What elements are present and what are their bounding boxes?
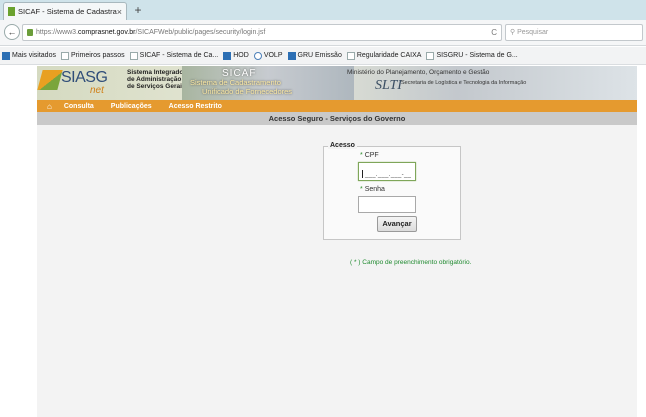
gru-icon — [287, 51, 296, 60]
bookmark-label: HOD — [233, 52, 249, 59]
password-input[interactable] — [358, 196, 416, 213]
required-marker: * — [360, 186, 363, 193]
page-icon — [426, 51, 435, 60]
main-content: Acesso * CPF ___.___.___-__ * Senha Avan… — [37, 125, 637, 417]
bookmark-label: Mais visitados — [12, 52, 56, 59]
bookmark-label: SICAF - Sistema de Ca... — [139, 52, 219, 59]
bookmark-gru[interactable]: GRU Emissão — [287, 51, 342, 60]
cpf-input[interactable]: ___.___.___-__ — [358, 162, 416, 181]
slti-subtitle: Secretaria de Logística e Tecnologia da … — [401, 80, 527, 86]
bookmark-caixa[interactable]: Regularidade CAIXA — [346, 51, 422, 60]
bookmark-label: SISGRU - Sistema de G... — [436, 52, 518, 59]
page-icon — [60, 51, 69, 60]
siasg-subtitle: Sistema Integrado de Administração de Se… — [127, 69, 186, 90]
site-favicon-icon — [8, 7, 15, 16]
password-label-row: * Senha — [360, 186, 385, 193]
browser-tab-bar: SICAF - Sistema de Cadastrame... × + — [0, 0, 646, 20]
site-header: SIASG net Sistema Integrado de Administr… — [37, 66, 637, 100]
lock-icon — [27, 29, 33, 36]
submit-button[interactable]: Avançar — [377, 216, 417, 232]
site-nav: ⌂ Consulta Publicações Acesso Restrito — [37, 100, 637, 112]
bookmark-label: Primeiros passos — [70, 52, 125, 59]
siasg-net-label: net — [90, 85, 104, 96]
url-prefix: https://www3. — [36, 29, 79, 36]
tab-title: SICAF - Sistema de Cadastrame... — [18, 7, 117, 16]
required-marker: * — [360, 152, 363, 159]
browser-nav-bar: ← https://www3. comprasnet.gov.br/SICAFWe… — [0, 20, 646, 46]
nav-consulta[interactable]: Consulta — [64, 103, 94, 110]
cpf-label-row: * CPF — [360, 152, 379, 159]
folder-icon — [2, 51, 10, 60]
bookmark-label: GRU Emissão — [297, 52, 342, 59]
volp-icon — [253, 51, 262, 60]
required-note: ( * ) Campo de preenchimento obrigatório… — [350, 259, 472, 266]
access-fieldset: Acesso * CPF ___.___.___-__ * Senha Avan… — [323, 142, 461, 240]
reload-icon[interactable]: C — [491, 28, 497, 37]
bookmark-label: Regularidade CAIXA — [356, 52, 422, 59]
bookmark-first-steps[interactable]: Primeiros passos — [60, 51, 125, 60]
fieldset-legend: Acesso — [328, 142, 357, 149]
bookmarks-bar: Mais visitados Primeiros passos SICAF - … — [0, 47, 646, 65]
page-title: Acesso Seguro - Serviços do Governo — [37, 112, 637, 125]
back-button[interactable]: ← — [4, 24, 20, 40]
sicaf-banner: SICAF Sistema de Cadastramento Unificado… — [182, 66, 354, 100]
bookmark-volp[interactable]: VOLP — [253, 51, 283, 60]
search-placeholder: Pesquisar — [517, 29, 549, 36]
cpf-mask: ___.___.___-__ — [365, 172, 412, 178]
slti-logo: SLTI — [375, 78, 402, 93]
cpf-label: CPF — [364, 152, 379, 159]
nav-acesso-restrito[interactable]: Acesso Restrito — [169, 103, 222, 110]
hod-icon — [223, 51, 232, 60]
search-icon: ⚲ — [510, 29, 516, 36]
browser-tab[interactable]: SICAF - Sistema de Cadastrame... × — [3, 2, 127, 20]
ministry-label: Ministério do Planejamento, Orçamento e … — [347, 69, 490, 76]
page-icon — [346, 51, 355, 60]
page-icon — [129, 51, 138, 60]
address-bar[interactable]: https://www3. comprasnet.gov.br/SICAFWeb/… — [22, 24, 502, 41]
password-label: Senha — [364, 186, 385, 193]
bookmark-hod[interactable]: HOD — [223, 51, 249, 60]
bookmark-most-visited[interactable]: Mais visitados — [2, 51, 56, 60]
banner-line-2: Unificado de Fornecedores — [202, 87, 293, 96]
url-path: /SICAFWeb/public/pages/security/login.js… — [135, 29, 266, 36]
search-input[interactable]: ⚲ Pesquisar — [505, 24, 643, 41]
siasg-logo-icon — [37, 70, 63, 90]
bookmark-sicaf[interactable]: SICAF - Sistema de Ca... — [129, 51, 219, 60]
home-icon[interactable]: ⌂ — [47, 102, 52, 111]
nav-publicacoes[interactable]: Publicações — [111, 103, 152, 110]
bookmark-sisgru[interactable]: SISGRU - Sistema de G... — [426, 51, 518, 60]
banner-line-1: Sistema de Cadastramento — [190, 78, 281, 87]
bookmark-label: VOLP — [263, 52, 283, 59]
new-tab-button[interactable]: + — [131, 4, 145, 18]
tab-close-icon[interactable]: × — [117, 7, 122, 17]
url-domain: comprasnet.gov.br — [78, 29, 136, 36]
